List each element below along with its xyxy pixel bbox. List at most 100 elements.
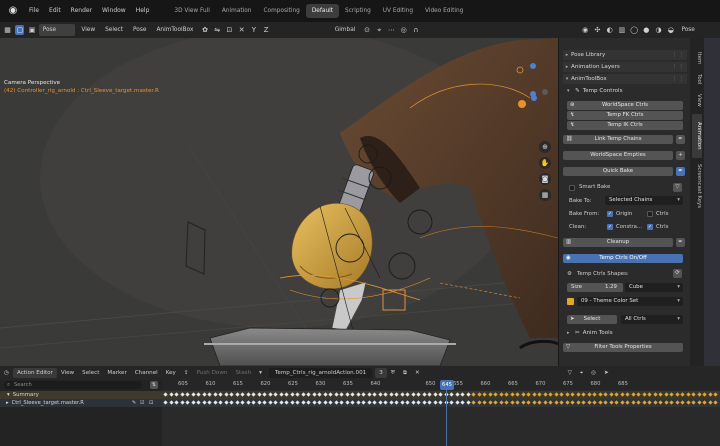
action-browse-icon[interactable]: ▾ <box>255 366 266 380</box>
current-frame-indicator[interactable]: 645 <box>440 380 454 390</box>
3d-viewport[interactable]: Camera Perspective (42) Controller_rig_a… <box>0 38 558 366</box>
proportional-falloff-icon[interactable]: ∩ <box>411 25 420 35</box>
eyedropper-icon[interactable]: ✒ <box>676 238 685 247</box>
channel-row[interactable]: ▸ Ctrl_Sleeve_target.master.R ✎ ☑ ⊡ <box>0 399 162 407</box>
sidebar-tab-item[interactable]: Item <box>692 52 702 64</box>
temp-ctrls-onoff-button[interactable]: ◉ Temp Ctrls On/Off <box>563 254 683 263</box>
plus-icon[interactable]: + <box>676 151 685 160</box>
menu-window[interactable]: Window <box>97 0 131 22</box>
navigation-gizmo[interactable] <box>514 78 554 118</box>
arrow-up-icon[interactable]: ⇪ <box>180 366 193 380</box>
temp-fk-ctrls-button[interactable]: ↯ Temp FK Ctrls <box>567 111 683 120</box>
action-users-count[interactable]: 3 <box>375 368 387 378</box>
clean-constraints-checkbox[interactable]: ✓ <box>607 224 613 230</box>
color-set-dropdown[interactable]: 09 - Theme Color Set ▾ <box>577 297 683 306</box>
menu-select[interactable]: Select <box>101 24 127 36</box>
proportional-icon[interactable]: ◎ <box>587 366 600 380</box>
sidebar-tab-screencast-keys[interactable]: Screencast Keys <box>692 164 702 208</box>
fake-user-shield-icon[interactable]: ⛨ <box>387 366 399 380</box>
ae-menu-view[interactable]: View <box>57 366 78 380</box>
push-down-button[interactable]: Push Down <box>193 366 232 380</box>
shading-wire-icon[interactable]: ◯ <box>630 25 639 35</box>
transform-orientation-dropdown[interactable]: Gimbal <box>331 24 360 36</box>
sort-icon[interactable]: ⇅ <box>150 381 158 389</box>
size-slider[interactable]: Size 1.29 <box>567 283 623 292</box>
ae-menu-channel[interactable]: Channel <box>131 366 162 380</box>
worldspace-empties-button[interactable]: WorldSpace Empties <box>563 151 673 160</box>
pose-options-button[interactable]: Pose Options <box>677 24 720 45</box>
zoom-icon[interactable]: ⊕ <box>539 141 551 153</box>
ae-menu-select[interactable]: Select <box>78 366 103 380</box>
summary-channel[interactable]: ▾ Summary <box>0 391 162 399</box>
clean-ctrls-checkbox[interactable]: ✓ <box>647 224 653 230</box>
workspace-tab-scripting[interactable]: Scripting <box>339 4 377 18</box>
temp-ik-ctrls-button[interactable]: ↯ Temp IK Ctrls <box>567 121 683 130</box>
refresh-icon[interactable]: ⟳ <box>673 269 682 278</box>
panel-animation-layers[interactable]: ▸ Animation Layers ⋮⋮ <box>563 62 687 72</box>
editor-type-icon[interactable]: ◷ <box>0 366 10 380</box>
x-axis-icon[interactable]: ✕ <box>237 25 246 35</box>
select-mode-icon[interactable]: ▣ <box>27 25 36 35</box>
menu-pose[interactable]: Pose <box>129 24 150 36</box>
shading-material-icon[interactable]: ◑ <box>654 25 663 35</box>
shading-solid-icon[interactable]: ● <box>642 25 651 35</box>
all-ctrls-dropdown[interactable]: All Ctrls ▾ <box>621 315 683 324</box>
menu-animtoolbox[interactable]: AnimToolBox <box>152 24 197 36</box>
drag-handle-icon[interactable]: ⋮⋮ <box>672 52 685 58</box>
smart-bake-checkbox[interactable] <box>569 185 575 191</box>
sidebar-tab-animation[interactable]: Animation <box>692 114 702 158</box>
camera-icon[interactable]: ◙ <box>539 173 551 185</box>
menu-render[interactable]: Render <box>66 0 97 22</box>
workspace-tab-animation[interactable]: Animation <box>216 4 258 18</box>
filter-tools-properties-button[interactable]: ▽ Filter Tools Properties <box>563 343 683 352</box>
pan-hand-icon[interactable]: ✋ <box>539 157 551 169</box>
z-axis-icon[interactable]: Z <box>262 25 271 35</box>
shape-dropdown[interactable]: Cube ▾ <box>625 283 683 292</box>
menu-view[interactable]: View <box>77 24 99 36</box>
stash-button[interactable]: Stash <box>231 366 255 380</box>
mode-dropdown[interactable]: Pose Mode <box>38 24 76 45</box>
ghost-icon[interactable]: ✿ <box>200 25 209 35</box>
proportional-editing-icon[interactable]: ◎ <box>399 25 408 35</box>
xray-icon[interactable]: ▥ <box>617 25 626 35</box>
workspace-tab-3d-view-full[interactable]: 3D View Full <box>168 4 216 18</box>
editor-type-icon[interactable]: ▦ <box>3 25 12 35</box>
close-icon[interactable]: ✕ <box>411 366 424 380</box>
filter-icon[interactable]: ▽ <box>673 183 682 192</box>
editor-mode-dropdown[interactable]: Action Editor <box>13 368 57 378</box>
lock-icon[interactable]: ⊡ <box>149 399 153 407</box>
y-axis-icon[interactable]: Y <box>249 25 258 35</box>
sidebar-tab-tool[interactable]: Tool <box>692 74 702 84</box>
action-name-field[interactable]: Temp_Ctrls_rig_arnoldAction.001 <box>268 368 373 378</box>
snap-icon[interactable]: ⌖ <box>375 25 384 35</box>
only-selected-icon[interactable]: ➤ <box>600 366 613 380</box>
overlays-icon[interactable]: ◐ <box>605 25 614 35</box>
color-swatch[interactable] <box>567 298 574 305</box>
workspace-tab-uv-editing[interactable]: UV Editing <box>377 4 419 18</box>
duplicate-icon[interactable]: ⧉ <box>399 366 411 380</box>
panel-pose-library[interactable]: ▸ Pose Library ⋮⋮ <box>563 50 687 60</box>
link-temp-chains-button[interactable]: ⛓ Link Temp Chains <box>563 135 673 144</box>
channel-search-input[interactable]: ⌕ Search <box>4 381 142 389</box>
snap-icon[interactable]: ⌖ <box>576 366 587 380</box>
subpanel-temp-controls[interactable]: ▾ ✎ Temp Controls <box>567 86 691 96</box>
select-button[interactable]: ➤ Select <box>567 315 617 324</box>
bake-from-origin-checkbox[interactable]: ✓ <box>607 211 613 217</box>
mute-checkbox[interactable]: ☑ <box>140 399 144 407</box>
bake-pin-icon[interactable]: ✒ <box>676 167 685 176</box>
blender-logo-icon[interactable]: ◉ <box>6 4 20 18</box>
pivot-icon[interactable]: ⊙ <box>362 25 371 35</box>
workspace-tab-compositing[interactable]: Compositing <box>257 4 305 18</box>
shading-rendered-icon[interactable]: ◒ <box>666 25 675 35</box>
menu-help[interactable]: Help <box>131 0 155 22</box>
bake-to-dropdown[interactable]: Selected Chains ▾ <box>605 196 683 205</box>
cleanup-button[interactable]: ▥ Cleanup <box>563 238 673 247</box>
filter-icon[interactable]: ▽ <box>564 366 576 380</box>
gizmo-icon[interactable]: ✣ <box>593 25 602 35</box>
ae-menu-key[interactable]: Key <box>162 366 180 380</box>
bake-from-ctrls-checkbox[interactable] <box>647 211 653 217</box>
mirror-icon[interactable]: ⇋ <box>213 25 222 35</box>
subpanel-anim-tools[interactable]: ▸ ✂ Anim Tools <box>567 328 691 338</box>
workspace-tab-default[interactable]: Default <box>305 4 340 18</box>
wrench-icon[interactable]: ✎ <box>132 399 136 407</box>
